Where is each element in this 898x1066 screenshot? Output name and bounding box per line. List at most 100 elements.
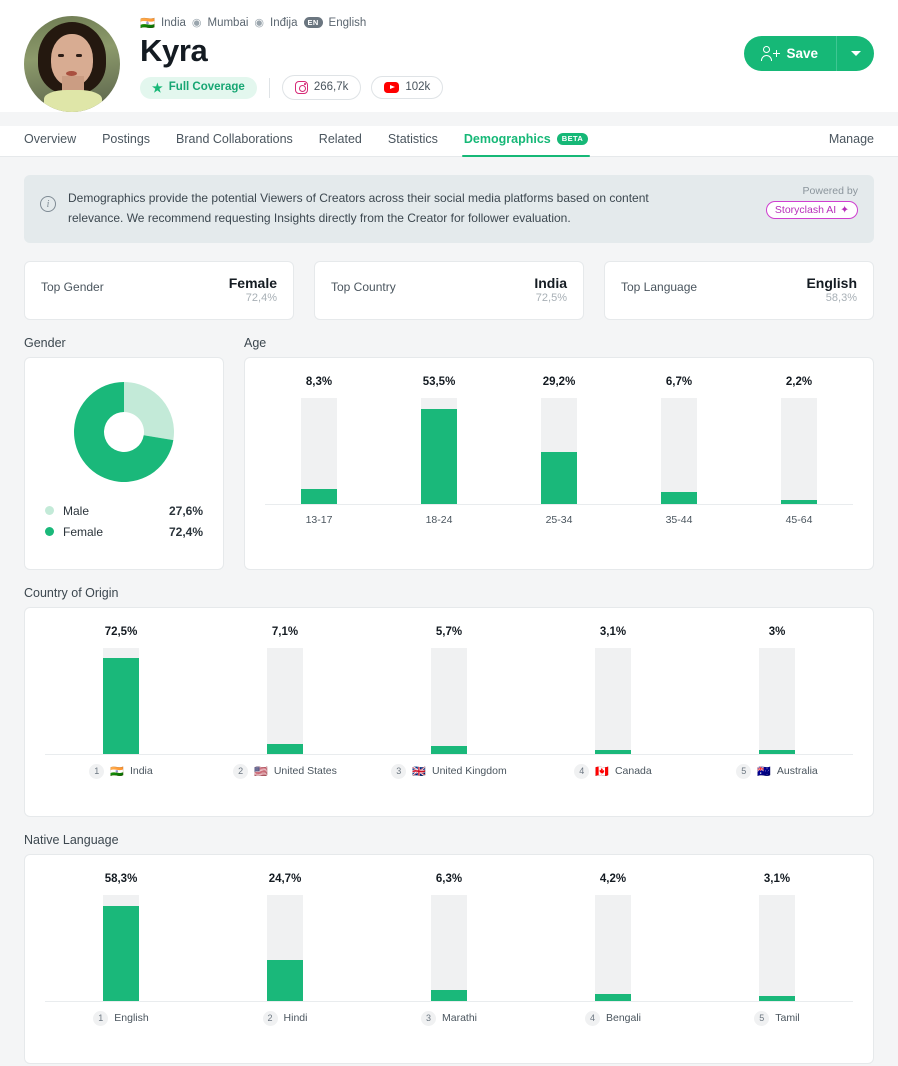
category-name: Bengali <box>605 1012 642 1025</box>
legend-item-male: Male 27,6% <box>45 504 203 518</box>
info-icon: i <box>40 196 56 212</box>
tab-demographics[interactable]: Demographics BETA <box>461 126 591 157</box>
tab-statistics-label: Statistics <box>387 132 438 146</box>
manage-link[interactable]: Manage <box>829 126 874 156</box>
meta-city: Mumbai <box>207 16 249 29</box>
language-bar-value-label: 58,3% <box>104 872 138 885</box>
category-name: Tamil <box>775 1012 800 1025</box>
save-button-label: Save <box>786 46 818 61</box>
age-bar-fill <box>781 499 817 504</box>
country-bar-chart: 72,5% 7,1% 5,7% 3,1% 3% <box>39 626 859 754</box>
age-bar-fill <box>541 452 577 504</box>
age-bar-track <box>781 397 817 504</box>
beta-badge: BETA <box>556 132 589 146</box>
powered-by-label: Powered by <box>802 185 858 197</box>
storyclash-ai-badge[interactable]: Storyclash AI ✦ <box>765 201 858 219</box>
country-bar-group: 72,5% <box>39 626 203 754</box>
flag-icon: 🇺🇸 <box>254 765 268 778</box>
country-bar-value-label: 72,5% <box>104 625 138 638</box>
language-bar-group: 58,3% <box>39 873 203 1001</box>
user-plus-icon <box>761 46 781 61</box>
language-bar-group: 4,2% <box>531 873 695 1001</box>
summary-card-label: Top Language <box>621 279 698 294</box>
age-category-label: 35-44 <box>619 514 739 526</box>
language-category-label: 2 Hindi <box>203 1010 367 1026</box>
age-bar-value-label: 6,7% <box>665 375 693 388</box>
gender-legend: Male 27,6% Female 72,4% <box>39 504 209 539</box>
country-category-label: 4 🇨🇦 Canada <box>531 763 695 779</box>
country-bar-group: 3% <box>695 626 859 754</box>
instagram-followers-chip[interactable]: 266,7k <box>281 75 362 100</box>
age-bar-value-label: 2,2% <box>785 375 813 388</box>
rank-badge: 3 <box>391 763 407 779</box>
tab-related-label: Related <box>318 132 362 146</box>
donut-slice-male <box>124 381 174 440</box>
country-bar-fill <box>267 744 303 754</box>
age-bar-group: 8,3% <box>259 376 379 504</box>
language-category-label: 5 Tamil <box>695 1010 859 1026</box>
age-bar-fill <box>421 409 457 504</box>
country-bar-fill <box>431 746 467 754</box>
category-name: India <box>129 765 153 778</box>
summary-card-pct: 58,3% <box>825 291 857 304</box>
divider <box>268 77 270 98</box>
age-bar-value-label: 8,3% <box>305 375 333 388</box>
youtube-icon <box>384 82 400 93</box>
age-category-label: 13-17 <box>259 514 379 526</box>
country-flag-icon: 🇮🇳 <box>140 15 155 30</box>
summary-card-value: Female <box>228 274 277 291</box>
category-name: 13-17 <box>305 513 333 526</box>
instagram-followers-value: 266,7k <box>313 80 349 93</box>
tab-postings[interactable]: Postings <box>102 126 150 156</box>
summary-cards: Top Gender Female 72,4% Top Country Indi… <box>24 260 874 320</box>
age-bar-track <box>421 397 457 504</box>
section-title-country: Country of Origin <box>24 585 119 600</box>
age-category-labels: 13-17 18-24 25-34 35-44 45-64 <box>259 505 859 526</box>
language-bar-group: 6,3% <box>367 873 531 1001</box>
age-bar-chart: 8,3% 53,5% 29,2% 6,7% 2,2% <box>259 376 859 504</box>
age-bar-group: 6,7% <box>619 376 739 504</box>
category-name: 35-44 <box>665 513 693 526</box>
legend-label-female: Female <box>63 524 104 539</box>
category-name: Australia <box>776 765 818 778</box>
country-bar-track <box>431 647 467 754</box>
legend-value-female: 72,4% <box>168 524 203 539</box>
info-banner: i Demographics provide the potential Vie… <box>24 175 874 243</box>
section-title-language: Native Language <box>24 832 119 847</box>
language-bar-track <box>103 894 139 1001</box>
tab-overview[interactable]: Overview <box>24 126 76 156</box>
language-bar-track <box>431 894 467 1001</box>
full-coverage-label: Full Coverage <box>168 80 245 93</box>
chevron-down-icon <box>850 51 861 56</box>
flag-icon: 🇮🇳 <box>110 765 124 778</box>
country-category-label: 2 🇺🇸 United States <box>203 763 367 779</box>
youtube-followers-chip[interactable]: 102k <box>371 75 444 100</box>
language-bar-fill <box>267 960 303 1001</box>
age-bar-fill <box>301 488 337 504</box>
age-category-label: 25-34 <box>499 514 619 526</box>
age-chart-card: 8,3% 53,5% 29,2% 6,7% 2,2% 13-17 18-24 25-34 35… <box>244 356 874 570</box>
language-bar-fill <box>759 995 795 1001</box>
country-bar-fill <box>759 749 795 754</box>
save-dropdown-button[interactable] <box>836 36 874 71</box>
tab-statistics[interactable]: Statistics <box>388 126 438 156</box>
country-category-labels: 1 🇮🇳 India 2 🇺🇸 United States 3 🇬🇧 United Kingdo… <box>39 755 859 779</box>
category-name: Hindi <box>283 1012 308 1025</box>
age-bar-group: 2,2% <box>739 376 859 504</box>
country-bar-group: 3,1% <box>531 626 695 754</box>
legend-value-male: 27,6% <box>168 503 203 518</box>
full-coverage-badge: ★ Full Coverage <box>140 76 257 99</box>
tab-related[interactable]: Related <box>319 126 362 156</box>
flag-icon: 🇨🇦 <box>595 765 609 778</box>
save-button[interactable]: Save <box>744 36 836 71</box>
country-bar-value-label: 3,1% <box>599 625 627 638</box>
summary-card-value: India <box>534 274 567 291</box>
language-code-badge: EN <box>303 16 323 29</box>
country-bar-track <box>595 647 631 754</box>
flag-icon: 🇦🇺 <box>757 765 771 778</box>
tab-brand-collaborations[interactable]: Brand Collaborations <box>176 126 293 156</box>
country-bar-fill <box>103 657 139 754</box>
language-category-labels: 1 English 2 Hindi 3 Marathi 4 Bengali 5 Tamil <box>39 1002 859 1026</box>
legend-item-female: Female 72,4% <box>45 525 203 539</box>
tab-overview-label: Overview <box>24 132 77 146</box>
